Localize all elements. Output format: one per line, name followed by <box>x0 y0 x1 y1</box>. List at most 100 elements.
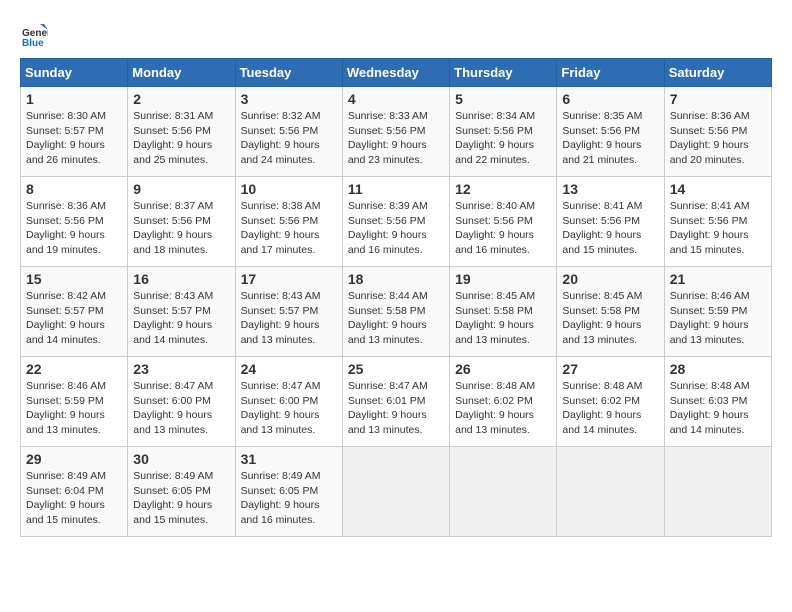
weekday-header-wednesday: Wednesday <box>342 59 449 87</box>
day-info: Sunrise: 8:43 AM Sunset: 5:57 PM Dayligh… <box>241 289 337 348</box>
calendar-cell: 22 Sunrise: 8:46 AM Sunset: 5:59 PM Dayl… <box>21 357 128 447</box>
day-info: Sunrise: 8:33 AM Sunset: 5:56 PM Dayligh… <box>348 109 444 168</box>
day-number: 23 <box>133 361 229 377</box>
calendar-cell: 20 Sunrise: 8:45 AM Sunset: 5:58 PM Dayl… <box>557 267 664 357</box>
calendar-cell: 1 Sunrise: 8:30 AM Sunset: 5:57 PM Dayli… <box>21 87 128 177</box>
calendar-cell: 24 Sunrise: 8:47 AM Sunset: 6:00 PM Dayl… <box>235 357 342 447</box>
calendar-cell: 3 Sunrise: 8:32 AM Sunset: 5:56 PM Dayli… <box>235 87 342 177</box>
day-number: 11 <box>348 181 444 197</box>
day-info: Sunrise: 8:47 AM Sunset: 6:01 PM Dayligh… <box>348 379 444 438</box>
day-info: Sunrise: 8:48 AM Sunset: 6:03 PM Dayligh… <box>670 379 766 438</box>
calendar-cell <box>664 447 771 537</box>
calendar-cell: 26 Sunrise: 8:48 AM Sunset: 6:02 PM Dayl… <box>450 357 557 447</box>
day-number: 2 <box>133 91 229 107</box>
day-number: 26 <box>455 361 551 377</box>
calendar-cell: 15 Sunrise: 8:42 AM Sunset: 5:57 PM Dayl… <box>21 267 128 357</box>
calendar-cell: 2 Sunrise: 8:31 AM Sunset: 5:56 PM Dayli… <box>128 87 235 177</box>
calendar-cell: 4 Sunrise: 8:33 AM Sunset: 5:56 PM Dayli… <box>342 87 449 177</box>
day-number: 22 <box>26 361 122 377</box>
calendar-cell: 7 Sunrise: 8:36 AM Sunset: 5:56 PM Dayli… <box>664 87 771 177</box>
day-number: 15 <box>26 271 122 287</box>
weekday-header-tuesday: Tuesday <box>235 59 342 87</box>
day-info: Sunrise: 8:48 AM Sunset: 6:02 PM Dayligh… <box>455 379 551 438</box>
weekday-header-saturday: Saturday <box>664 59 771 87</box>
calendar-cell: 27 Sunrise: 8:48 AM Sunset: 6:02 PM Dayl… <box>557 357 664 447</box>
day-info: Sunrise: 8:32 AM Sunset: 5:56 PM Dayligh… <box>241 109 337 168</box>
day-info: Sunrise: 8:49 AM Sunset: 6:05 PM Dayligh… <box>241 469 337 528</box>
calendar-cell: 16 Sunrise: 8:43 AM Sunset: 5:57 PM Dayl… <box>128 267 235 357</box>
day-info: Sunrise: 8:45 AM Sunset: 5:58 PM Dayligh… <box>455 289 551 348</box>
calendar-cell: 31 Sunrise: 8:49 AM Sunset: 6:05 PM Dayl… <box>235 447 342 537</box>
day-number: 13 <box>562 181 658 197</box>
day-info: Sunrise: 8:34 AM Sunset: 5:56 PM Dayligh… <box>455 109 551 168</box>
day-number: 8 <box>26 181 122 197</box>
day-number: 7 <box>670 91 766 107</box>
day-number: 6 <box>562 91 658 107</box>
svg-text:Blue: Blue <box>22 38 44 48</box>
calendar-cell <box>450 447 557 537</box>
day-number: 25 <box>348 361 444 377</box>
day-number: 28 <box>670 361 766 377</box>
day-info: Sunrise: 8:40 AM Sunset: 5:56 PM Dayligh… <box>455 199 551 258</box>
day-number: 19 <box>455 271 551 287</box>
day-info: Sunrise: 8:31 AM Sunset: 5:56 PM Dayligh… <box>133 109 229 168</box>
weekday-header-sunday: Sunday <box>21 59 128 87</box>
day-info: Sunrise: 8:48 AM Sunset: 6:02 PM Dayligh… <box>562 379 658 438</box>
day-info: Sunrise: 8:42 AM Sunset: 5:57 PM Dayligh… <box>26 289 122 348</box>
day-info: Sunrise: 8:47 AM Sunset: 6:00 PM Dayligh… <box>241 379 337 438</box>
day-number: 29 <box>26 451 122 467</box>
calendar-cell: 13 Sunrise: 8:41 AM Sunset: 5:56 PM Dayl… <box>557 177 664 267</box>
day-info: Sunrise: 8:43 AM Sunset: 5:57 PM Dayligh… <box>133 289 229 348</box>
header: General Blue <box>20 20 772 48</box>
day-info: Sunrise: 8:38 AM Sunset: 5:56 PM Dayligh… <box>241 199 337 258</box>
day-number: 18 <box>348 271 444 287</box>
calendar-cell: 28 Sunrise: 8:48 AM Sunset: 6:03 PM Dayl… <box>664 357 771 447</box>
day-info: Sunrise: 8:45 AM Sunset: 5:58 PM Dayligh… <box>562 289 658 348</box>
day-number: 16 <box>133 271 229 287</box>
day-number: 4 <box>348 91 444 107</box>
day-info: Sunrise: 8:41 AM Sunset: 5:56 PM Dayligh… <box>562 199 658 258</box>
calendar-cell <box>342 447 449 537</box>
day-number: 5 <box>455 91 551 107</box>
day-number: 10 <box>241 181 337 197</box>
calendar-cell: 18 Sunrise: 8:44 AM Sunset: 5:58 PM Dayl… <box>342 267 449 357</box>
logo: General Blue <box>20 20 52 48</box>
calendar-cell: 12 Sunrise: 8:40 AM Sunset: 5:56 PM Dayl… <box>450 177 557 267</box>
calendar-cell: 8 Sunrise: 8:36 AM Sunset: 5:56 PM Dayli… <box>21 177 128 267</box>
day-number: 3 <box>241 91 337 107</box>
day-number: 9 <box>133 181 229 197</box>
day-info: Sunrise: 8:37 AM Sunset: 5:56 PM Dayligh… <box>133 199 229 258</box>
day-number: 31 <box>241 451 337 467</box>
day-info: Sunrise: 8:47 AM Sunset: 6:00 PM Dayligh… <box>133 379 229 438</box>
day-number: 27 <box>562 361 658 377</box>
day-number: 17 <box>241 271 337 287</box>
day-info: Sunrise: 8:30 AM Sunset: 5:57 PM Dayligh… <box>26 109 122 168</box>
calendar-cell: 6 Sunrise: 8:35 AM Sunset: 5:56 PM Dayli… <box>557 87 664 177</box>
calendar-cell: 30 Sunrise: 8:49 AM Sunset: 6:05 PM Dayl… <box>128 447 235 537</box>
calendar-cell: 5 Sunrise: 8:34 AM Sunset: 5:56 PM Dayli… <box>450 87 557 177</box>
day-number: 21 <box>670 271 766 287</box>
calendar-cell: 29 Sunrise: 8:49 AM Sunset: 6:04 PM Dayl… <box>21 447 128 537</box>
calendar-cell: 17 Sunrise: 8:43 AM Sunset: 5:57 PM Dayl… <box>235 267 342 357</box>
calendar-cell: 23 Sunrise: 8:47 AM Sunset: 6:00 PM Dayl… <box>128 357 235 447</box>
day-number: 1 <box>26 91 122 107</box>
weekday-header-thursday: Thursday <box>450 59 557 87</box>
weekday-header-monday: Monday <box>128 59 235 87</box>
calendar-table: SundayMondayTuesdayWednesdayThursdayFrid… <box>20 58 772 537</box>
day-info: Sunrise: 8:36 AM Sunset: 5:56 PM Dayligh… <box>26 199 122 258</box>
calendar-cell: 19 Sunrise: 8:45 AM Sunset: 5:58 PM Dayl… <box>450 267 557 357</box>
day-info: Sunrise: 8:49 AM Sunset: 6:04 PM Dayligh… <box>26 469 122 528</box>
day-info: Sunrise: 8:36 AM Sunset: 5:56 PM Dayligh… <box>670 109 766 168</box>
day-number: 14 <box>670 181 766 197</box>
day-info: Sunrise: 8:44 AM Sunset: 5:58 PM Dayligh… <box>348 289 444 348</box>
day-info: Sunrise: 8:46 AM Sunset: 5:59 PM Dayligh… <box>670 289 766 348</box>
day-info: Sunrise: 8:46 AM Sunset: 5:59 PM Dayligh… <box>26 379 122 438</box>
day-info: Sunrise: 8:39 AM Sunset: 5:56 PM Dayligh… <box>348 199 444 258</box>
day-number: 30 <box>133 451 229 467</box>
calendar-cell: 11 Sunrise: 8:39 AM Sunset: 5:56 PM Dayl… <box>342 177 449 267</box>
weekday-header-friday: Friday <box>557 59 664 87</box>
day-info: Sunrise: 8:49 AM Sunset: 6:05 PM Dayligh… <box>133 469 229 528</box>
calendar-cell: 9 Sunrise: 8:37 AM Sunset: 5:56 PM Dayli… <box>128 177 235 267</box>
day-number: 12 <box>455 181 551 197</box>
calendar-cell: 21 Sunrise: 8:46 AM Sunset: 5:59 PM Dayl… <box>664 267 771 357</box>
